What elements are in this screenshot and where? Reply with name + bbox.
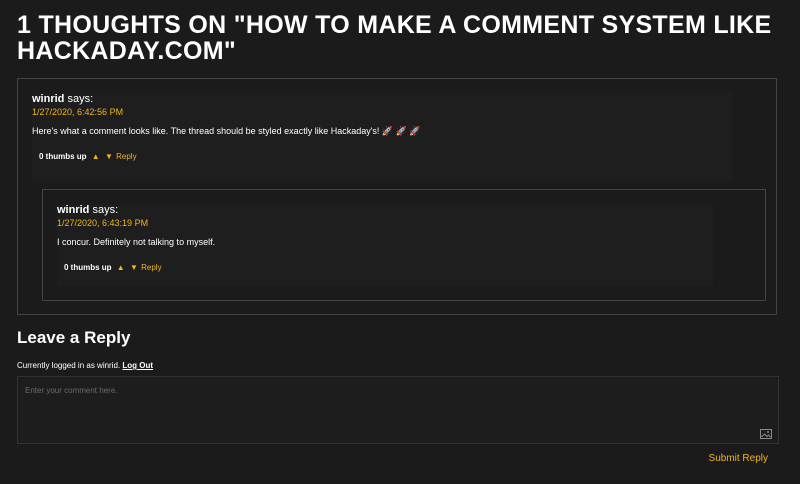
image-icon[interactable] xyxy=(760,429,772,439)
reply-link[interactable]: Reply xyxy=(116,152,136,161)
downvote-icon[interactable]: ▼ xyxy=(130,263,138,272)
comment-actions: 0 thumbs up ▲ ▼ Reply xyxy=(57,263,713,273)
says-label: says: xyxy=(92,204,119,216)
reply-link[interactable]: Reply xyxy=(141,263,161,272)
login-status: Currently logged in as winrid. Log Out xyxy=(17,361,153,371)
comment: winrid says: 1/27/2020, 6:42:56 PM Here'… xyxy=(32,93,732,181)
nested-reply-container: winrid says: 1/27/2020, 6:43:19 PM I con… xyxy=(42,189,766,301)
comment-actions: 0 thumbs up ▲ ▼ Reply xyxy=(32,152,732,162)
comment-text: Here's what a comment looks like. The th… xyxy=(32,126,421,136)
comment-header: winrid says: xyxy=(32,93,732,106)
logout-link[interactable]: Log Out xyxy=(122,361,153,370)
comment-author[interactable]: winrid xyxy=(57,204,89,216)
comment-date[interactable]: 1/27/2020, 6:43:19 PM xyxy=(57,218,713,229)
submit-reply-button[interactable]: Submit Reply xyxy=(709,453,768,465)
upvote-icon[interactable]: ▲ xyxy=(117,263,125,272)
logged-in-text: Currently logged in as winrid. xyxy=(17,361,121,370)
comment-thread: winrid says: 1/27/2020, 6:42:56 PM Here'… xyxy=(17,78,777,315)
comments-page: 1 THOUGHTS ON "HOW TO MAKE A COMMENT SYS… xyxy=(0,0,800,484)
comment-date[interactable]: 1/27/2020, 6:42:56 PM xyxy=(32,107,732,118)
comment-author[interactable]: winrid xyxy=(32,93,64,105)
comment-input-box xyxy=(17,376,779,444)
comment: winrid says: 1/27/2020, 6:43:19 PM I con… xyxy=(57,204,713,286)
comment-header: winrid says: xyxy=(57,204,713,217)
downvote-icon[interactable]: ▼ xyxy=(105,152,113,161)
comment-textarea[interactable] xyxy=(18,377,778,443)
thumbs-up-count: 0 thumbs up xyxy=(64,263,112,272)
thumbs-up-count: 0 thumbs up xyxy=(39,152,87,161)
leave-reply-heading: Leave a Reply xyxy=(17,328,131,347)
upvote-icon[interactable]: ▲ xyxy=(92,152,100,161)
page-title: 1 THOUGHTS ON "HOW TO MAKE A COMMENT SYS… xyxy=(17,11,772,65)
says-label: says: xyxy=(67,93,94,105)
comment-text: I concur. Definitely not talking to myse… xyxy=(57,237,216,247)
